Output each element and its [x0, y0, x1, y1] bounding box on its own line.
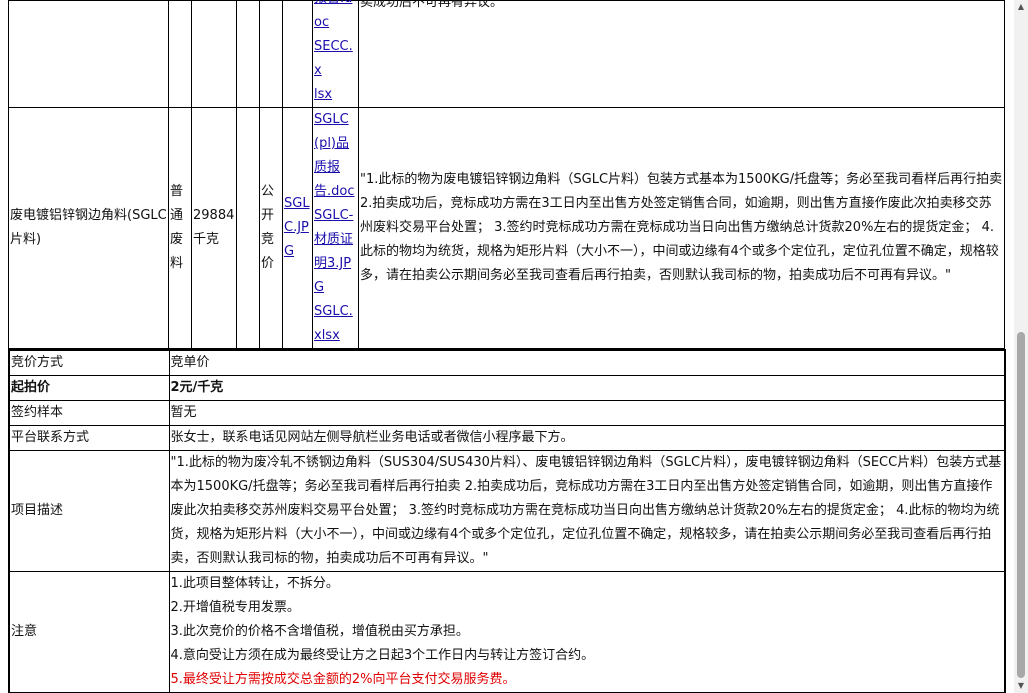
- file-link[interactable]: lsx: [314, 83, 357, 107]
- project-description-label: 项目描述: [8, 450, 170, 572]
- note-item: 3.此次竞价的价格不含增值税，增值税由买方承担。: [170, 624, 469, 639]
- lot-files-cell: SGLC(pl)品质报告.doc SGLC-材质证明3.JPG SGLC.xls…: [312, 107, 359, 349]
- auction-info-table: 竞价方式 竞单价 起拍价 2元/千克 签约样本 暂无 平台联系方式 张女士，联系…: [8, 349, 1006, 693]
- contract-sample-label: 签约样本: [8, 400, 170, 426]
- file-link[interactable]: SGLC-材质证明3.JPG: [314, 204, 357, 300]
- notes-row: 注意 1.此项目整体转让，不拆分。 2.开增值税专用发票。 3.此次竞价的价格不…: [8, 571, 1006, 693]
- note-item: 2.开增值税专用发票。: [170, 600, 300, 615]
- lot-empty-cell: [236, 0, 260, 108]
- lot-name-cell: 废电镀铝锌钢边角料(SGLC片料): [8, 107, 169, 349]
- lot-category-cell: 普通废料: [168, 107, 192, 349]
- lot-description-tail: 卖成功后不可再有异议。": [360, 0, 509, 10]
- lot-method-cell: [259, 0, 283, 108]
- bid-method-label: 竞价方式: [8, 349, 170, 376]
- lots-table: 报告.d oc SECC.x lsx 卖成功后不可再有异议。" 废电镀铝锌钢边角…: [8, 0, 1005, 349]
- project-description-row: 项目描述 "1.此标的物为废冷轧不锈钢边角料（SUS304/SUS430片料）、…: [8, 450, 1006, 572]
- bid-method-value: 竞单价: [168, 349, 1006, 376]
- note-item-highlight: 5.最终受让方需按成交总金额的2%向平台支付交易服务费。: [170, 672, 516, 687]
- lot-quantity-cell: [191, 0, 237, 108]
- lot-files-cell: 报告.d oc SECC.x lsx: [312, 0, 359, 108]
- lot-empty-cell: [236, 107, 260, 349]
- lot-quantity-cell: 29884千克: [191, 107, 237, 349]
- project-description-value: "1.此标的物为废冷轧不锈钢边角料（SUS304/SUS430片料）、废电镀铝锌…: [168, 450, 1006, 572]
- lot-image-cell: [282, 0, 313, 108]
- scroll-down-arrow-icon[interactable]: ▼: [1014, 679, 1028, 693]
- start-price-label: 起拍价: [8, 375, 170, 401]
- file-link[interactable]: 报告.d: [314, 0, 357, 11]
- image-link[interactable]: SGLC.JPG: [284, 196, 310, 259]
- scrollbar-thumb[interactable]: [1017, 332, 1025, 678]
- note-item: 1.此项目整体转让，不拆分。: [170, 576, 339, 591]
- page-viewport: 报告.d oc SECC.x lsx 卖成功后不可再有异议。" 废电镀铝锌钢边角…: [0, 0, 1014, 693]
- lot-name-cell: [8, 0, 169, 108]
- file-link[interactable]: SGLC.xlsx: [314, 300, 357, 348]
- vertical-scrollbar[interactable]: ▲ ▼: [1014, 0, 1028, 693]
- file-link[interactable]: SGLC(pl)品质报告.doc: [314, 108, 357, 204]
- bid-method-row: 竞价方式 竞单价: [8, 349, 1006, 376]
- lot-category-cell: [168, 0, 192, 108]
- notes-label: 注意: [8, 571, 170, 693]
- lot-description-cell: "1.此标的物为废电镀铝锌钢边角料（SGLC片料）包装方式基本为1500KG/托…: [358, 107, 1005, 349]
- contact-value: 张女士，联系电话见网站左侧导航栏业务电话或者微信小程序最下方。: [168, 425, 1006, 451]
- file-link[interactable]: oc: [314, 11, 357, 35]
- lot-row-previous: 报告.d oc SECC.x lsx 卖成功后不可再有异议。": [8, 0, 1005, 108]
- lot-method-cell: 公开竞价: [259, 107, 283, 349]
- notes-value: 1.此项目整体转让，不拆分。 2.开增值税专用发票。 3.此次竞价的价格不含增值…: [168, 571, 1006, 693]
- contract-sample-row: 签约样本 暂无: [8, 400, 1006, 426]
- lot-row-sglc: 废电镀铝锌钢边角料(SGLC片料) 普通废料 29884千克 公开竞价 SGLC…: [8, 107, 1005, 349]
- contact-row: 平台联系方式 张女士，联系电话见网站左侧导航栏业务电话或者微信小程序最下方。: [8, 425, 1006, 451]
- lot-description-cell: 卖成功后不可再有异议。": [358, 0, 1005, 108]
- note-item: 4.意向受让方须在成为最终受让方之日起3个工作日内与转让方签订合约。: [170, 648, 595, 663]
- lot-image-cell: SGLC.JPG: [282, 107, 313, 349]
- page-content: 报告.d oc SECC.x lsx 卖成功后不可再有异议。" 废电镀铝锌钢边角…: [8, 0, 1006, 693]
- file-link[interactable]: SECC.x: [314, 35, 357, 83]
- contract-sample-value: 暂无: [168, 400, 1006, 426]
- contact-label: 平台联系方式: [8, 425, 170, 451]
- scroll-up-arrow-icon[interactable]: ▲: [1014, 0, 1028, 14]
- start-price-value: 2元/千克: [168, 375, 1006, 401]
- start-price-row: 起拍价 2元/千克: [8, 375, 1006, 401]
